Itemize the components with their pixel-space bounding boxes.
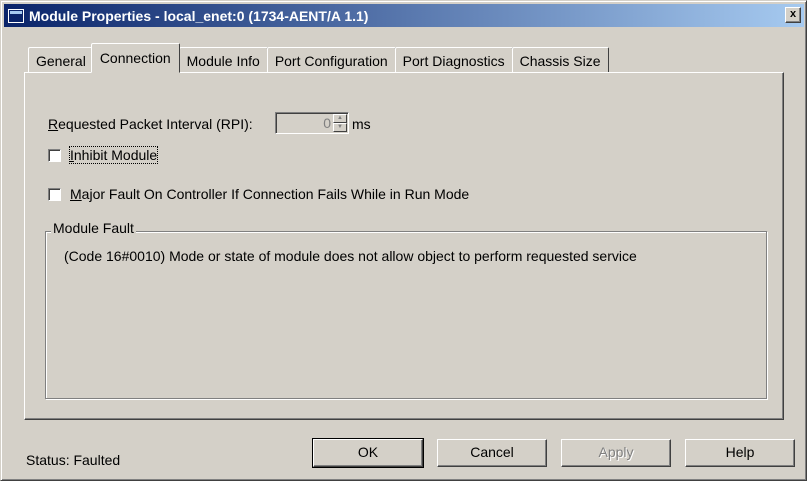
module-fault-title: Module Fault <box>51 220 136 236</box>
title-bar[interactable]: Module Properties - local_enet:0 (1734-A… <box>4 4 804 27</box>
cancel-button[interactable]: Cancel <box>437 439 547 467</box>
ok-button[interactable]: OK <box>312 438 424 468</box>
module-fault-message: (Code 16#0010) Mode or state of module d… <box>64 248 637 264</box>
tab-strip: General Connection Module Info Port Conf… <box>28 43 609 73</box>
tab-port-configuration[interactable]: Port Configuration <box>266 47 396 73</box>
close-button[interactable]: x <box>785 7 801 23</box>
tab-general[interactable]: General <box>28 47 94 73</box>
tab-port-diagnostics[interactable]: Port Diagnostics <box>394 47 513 73</box>
connection-tab-panel <box>24 72 784 420</box>
tab-chassis-size[interactable]: Chassis Size <box>511 47 609 73</box>
status-text: Status: Faulted <box>26 452 121 468</box>
apply-button[interactable]: Apply <box>561 439 671 467</box>
window-icon <box>8 8 24 23</box>
tab-module-info[interactable]: Module Info <box>178 47 268 73</box>
tab-connection[interactable]: Connection <box>90 43 180 73</box>
help-button[interactable]: Help <box>685 439 795 467</box>
window-title: Module Properties - local_enet:0 (1734-A… <box>29 7 369 24</box>
